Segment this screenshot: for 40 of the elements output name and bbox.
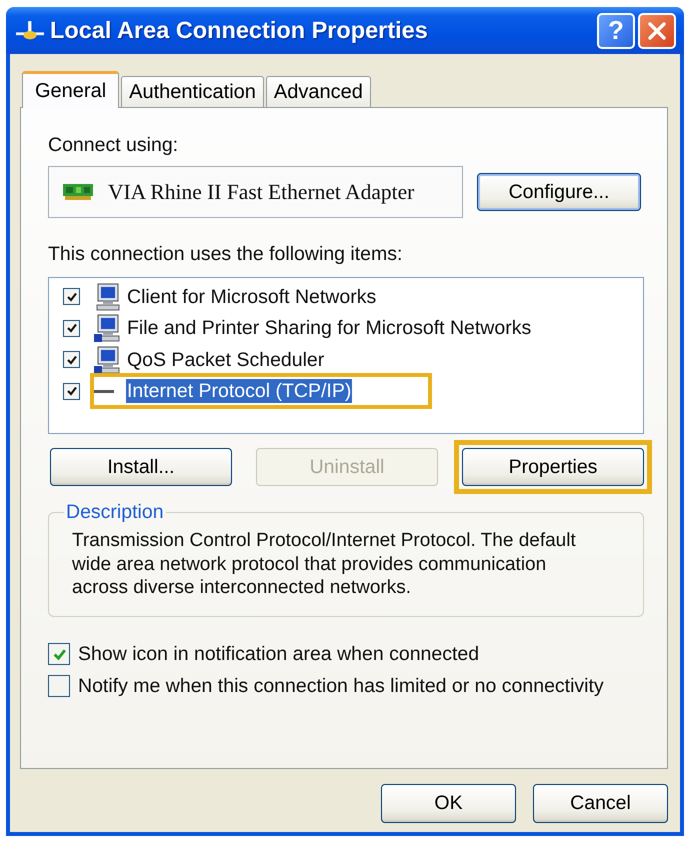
connector-icon	[16, 21, 44, 40]
close-button[interactable]	[638, 12, 676, 48]
computer-icon	[94, 282, 120, 311]
checkbox[interactable]	[63, 288, 80, 306]
component-item[interactable]: File and Printer Sharing for Microsoft Networks	[126, 316, 532, 340]
description-title: Description	[65, 501, 165, 524]
component-item[interactable]: QoS Packet Scheduler	[126, 348, 326, 372]
properties-button[interactable]: Properties	[462, 448, 644, 486]
description-text: Transmission Control Protocol/Internet Protocol. The default wide area network protocol that provides communication across diverse interconnected networks.	[72, 529, 577, 600]
window-title: Local Area Connection Properties	[50, 17, 429, 44]
component-item[interactable]: Internet Protocol (TCP/IP)	[126, 379, 352, 404]
checkbox[interactable]	[63, 351, 80, 368]
tab[interactable]: Authentication	[121, 76, 264, 107]
ok-button[interactable]: OK	[381, 784, 516, 823]
circuit-board-icon	[63, 184, 93, 200]
checkbox[interactable]	[48, 675, 70, 697]
option-label: Notify me when this connection has limited or no connectivity	[78, 674, 604, 698]
install-button[interactable]: Install...	[50, 448, 232, 486]
option-label: Show icon in notification area when connected	[78, 642, 480, 666]
close-icon	[647, 20, 667, 40]
items-label: This connection uses the following items:	[48, 243, 404, 266]
cable-icon	[94, 390, 114, 393]
adapter-name: VIA Rhine II Fast Ethernet Adapter	[108, 180, 414, 204]
check-icon	[66, 290, 78, 303]
tab[interactable]: General	[22, 71, 120, 108]
checkbox[interactable]	[48, 643, 70, 665]
connect-using-label: Connect using:	[48, 134, 180, 157]
tab[interactable]: Advanced	[266, 76, 371, 107]
networked-computer-icon	[94, 346, 120, 374]
checkbox[interactable]	[63, 320, 80, 337]
configure-button[interactable]: Configure...	[477, 173, 641, 211]
check-icon	[52, 646, 66, 662]
help-button[interactable]: ?	[597, 12, 635, 48]
checkbox[interactable]	[63, 382, 80, 400]
cancel-button[interactable]: Cancel	[533, 784, 668, 823]
check-icon	[66, 385, 78, 398]
component-item[interactable]: Client for Microsoft Networks	[126, 284, 378, 309]
networked-computer-icon	[94, 314, 120, 342]
check-icon	[66, 354, 78, 366]
check-icon	[66, 322, 78, 334]
